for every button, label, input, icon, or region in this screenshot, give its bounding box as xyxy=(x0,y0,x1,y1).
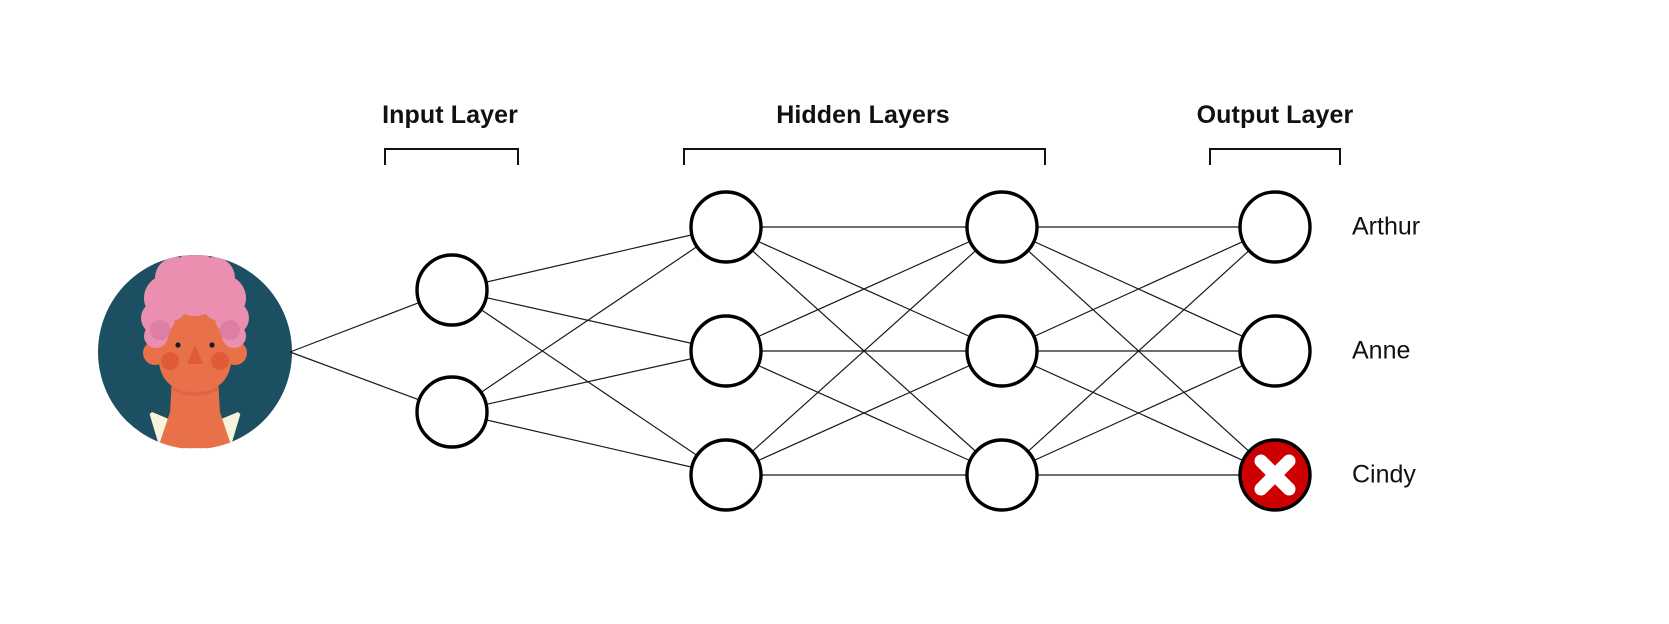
output-label-arthur: Arthur xyxy=(1352,212,1421,241)
edges-input-to-hidden1 xyxy=(451,226,727,476)
hidden2-node-2[interactable] xyxy=(965,314,1039,388)
hidden2-node-1[interactable] xyxy=(965,190,1039,264)
output-node-cindy[interactable] xyxy=(1238,438,1312,512)
output-bracket xyxy=(1209,148,1341,165)
hidden1-node-1[interactable] xyxy=(689,190,763,264)
hidden2-node-3[interactable] xyxy=(965,438,1039,512)
neural-network-diagram: Input Layer Hidden Layers Output Layer A… xyxy=(0,0,1669,624)
hidden1-node-3[interactable] xyxy=(689,438,763,512)
input-layer-label: Input Layer xyxy=(382,101,518,129)
layer-brackets xyxy=(384,148,1341,165)
edges-hidden2-to-output xyxy=(1001,226,1276,476)
network-canvas xyxy=(98,148,1341,512)
output-label-anne: Anne xyxy=(1352,336,1411,365)
hidden-layers-label: Hidden Layers xyxy=(776,101,950,129)
input-node-2[interactable] xyxy=(415,375,489,449)
input-node-1[interactable] xyxy=(415,253,489,327)
hidden1-node-2[interactable] xyxy=(689,314,763,388)
output-node-anne[interactable] xyxy=(1238,314,1312,388)
output-label-cindy: Cindy xyxy=(1352,460,1416,489)
output-layer-label: Output Layer xyxy=(1196,101,1354,129)
user-avatar xyxy=(98,255,292,449)
hidden-bracket xyxy=(683,148,1046,165)
input-bracket xyxy=(384,148,519,165)
output-node-arthur[interactable] xyxy=(1238,190,1312,264)
edges-hidden1-to-hidden2 xyxy=(725,226,1003,476)
